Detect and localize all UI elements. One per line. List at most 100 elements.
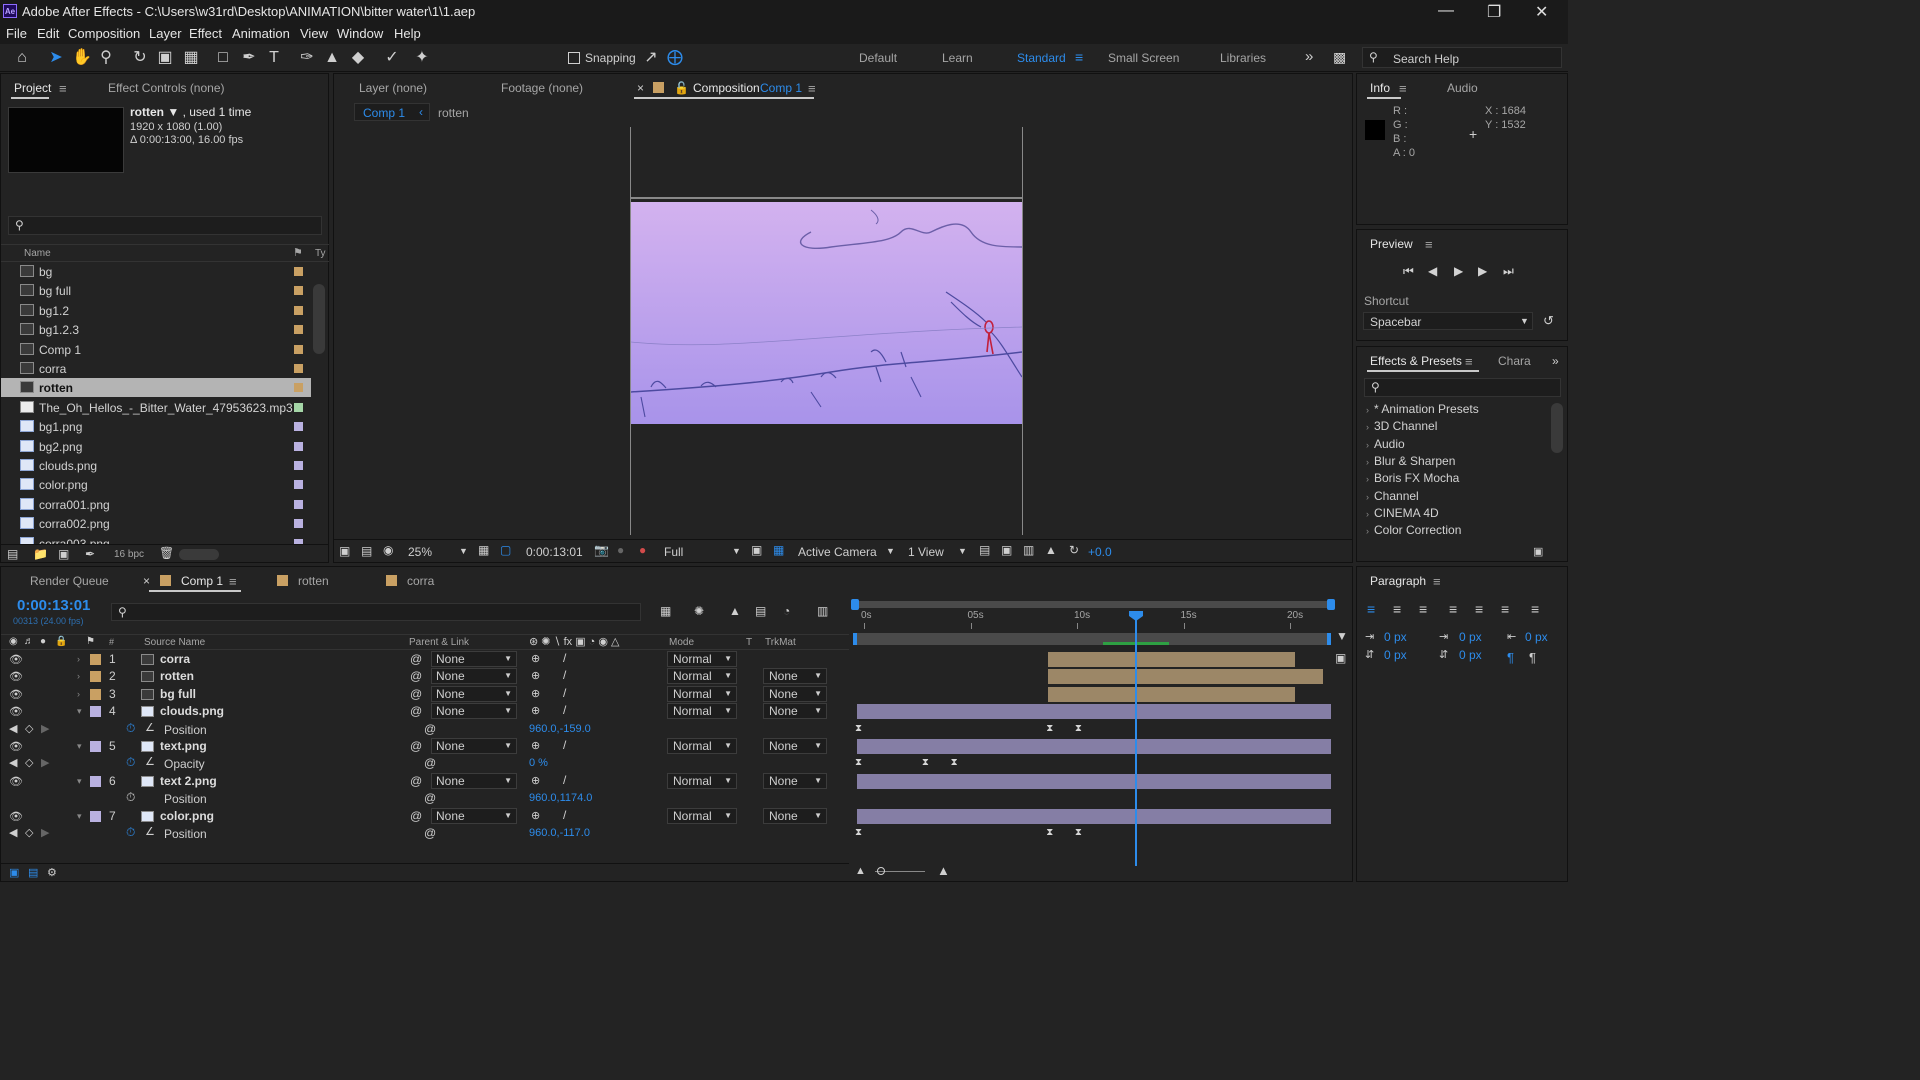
label-swatch[interactable] <box>294 364 303 373</box>
workspace-edit-icon[interactable]: ▩ <box>1333 49 1346 66</box>
align-center-icon[interactable]: ≡ <box>1393 601 1401 617</box>
tab-project[interactable]: Project <box>14 81 51 95</box>
clone-stamp-tool-icon[interactable]: ▲ <box>322 48 342 68</box>
play-icon[interactable]: ▶ <box>1454 264 1463 278</box>
tab-composition-prefix[interactable]: Composition <box>693 81 760 95</box>
timeline-menu-icon[interactable]: ≡ <box>229 574 237 589</box>
shy-switch-icon[interactable]: ⊕ <box>531 704 540 717</box>
snap-edges-icon[interactable]: ↗ <box>641 48 661 68</box>
project-item[interactable]: bg2.png <box>1 437 311 456</box>
project-item[interactable]: The_Oh_Hellos_-_Bitter_Water_47953623.mp… <box>1 398 311 417</box>
project-item[interactable]: bg1.png <box>1 417 311 436</box>
visibility-eye-icon[interactable]: 👁 <box>9 740 23 753</box>
chevron-down-icon[interactable]: ▾ <box>77 811 82 822</box>
shy-switch-icon[interactable]: ⊕ <box>531 774 540 787</box>
effect-category[interactable]: › Channel <box>1366 489 1419 503</box>
chevron-right-icon[interactable]: › <box>77 654 80 664</box>
pickwhip-icon[interactable]: @ <box>410 739 422 753</box>
effect-category[interactable]: › 3D Channel <box>1366 419 1437 433</box>
menu-view[interactable]: View <box>300 26 328 41</box>
project-item[interactable]: corra <box>1 359 311 378</box>
work-area-start[interactable] <box>853 633 857 645</box>
layer-label-swatch[interactable] <box>90 706 101 718</box>
property-value[interactable]: 960.0,1174.0 <box>529 792 592 804</box>
next-keyframe-icon[interactable]: ▶ <box>41 756 49 769</box>
visibility-eye-icon[interactable]: 👁 <box>9 653 23 666</box>
quality-switch-icon[interactable]: / <box>563 773 566 787</box>
visibility-eye-icon[interactable]: 👁 <box>9 670 23 683</box>
fit-icon[interactable]: ▦ <box>478 543 489 557</box>
justify-right-icon[interactable]: ≡ <box>1501 601 1509 617</box>
label-swatch[interactable] <box>294 441 303 451</box>
project-scrollbar[interactable] <box>313 284 325 354</box>
graph-editor-icon[interactable]: ▥ <box>817 604 828 618</box>
layer-duration-bar[interactable] <box>857 808 1331 824</box>
column-trkmat[interactable]: TrkMat <box>765 637 796 648</box>
zoom-out-icon[interactable]: ▲ <box>855 865 866 877</box>
chevron-right-icon[interactable]: › <box>77 689 80 699</box>
layer-row[interactable]: 👁 ▾ 5 text.png @ None ▼ ⊕ / Normal ▼ None ▼ <box>1 738 849 755</box>
project-item[interactable]: bg <box>1 262 311 281</box>
previous-keyframe-icon[interactable]: ◀ <box>9 722 17 735</box>
snapping-checkbox[interactable] <box>568 52 580 64</box>
workspace-learn[interactable]: Learn <box>942 51 973 65</box>
camera-tool-icon[interactable]: ▣ <box>155 48 175 68</box>
project-item[interactable]: rotten <box>1 378 311 398</box>
column-t[interactable]: T <box>746 637 752 648</box>
layer-label-swatch[interactable] <box>90 671 101 683</box>
next-keyframe-icon[interactable]: ▶ <box>41 826 49 839</box>
label-swatch[interactable] <box>294 267 303 276</box>
track-matte-select[interactable]: None ▼ <box>763 738 827 754</box>
property-row[interactable]: ◀ ◇ ▶ ⏱ ∠ Position @960.0,-117.0 <box>1 825 849 842</box>
puppet-tool-icon[interactable]: ✦ <box>412 48 432 68</box>
keyframe-icon[interactable]: ⧗ <box>1046 827 1053 838</box>
layer-duration-bar[interactable] <box>1048 652 1295 667</box>
layer-duration-bar[interactable] <box>857 704 1331 720</box>
justify-left-icon[interactable]: ≡ <box>1449 601 1457 617</box>
project-item[interactable]: bg full <box>1 281 311 300</box>
visibility-eye-icon[interactable]: 👁 <box>9 688 23 701</box>
interpret-footage-icon[interactable]: ▤ <box>7 547 18 561</box>
first-frame-icon[interactable]: ⏮ <box>1403 264 1414 279</box>
transfer-controls-icon[interactable]: ▤ <box>28 866 38 879</box>
new-composition-icon[interactable]: ▣ <box>58 547 69 561</box>
fast-previews-icon[interactable]: ▦ <box>773 543 784 557</box>
quality-switch-icon[interactable]: / <box>563 686 566 700</box>
blend-mode-select[interactable]: Normal ▼ <box>667 685 737 702</box>
label-swatch[interactable] <box>294 519 303 529</box>
layer-row[interactable]: 👁 ▾ 7 color.png @ None ▼ ⊕ / Normal ▼ None ▼ <box>1 807 849 825</box>
close-tab-icon[interactable]: × <box>637 81 644 95</box>
layer-duration-bar[interactable] <box>1048 686 1295 702</box>
stopwatch-icon[interactable]: ⏱ <box>126 825 135 840</box>
project-item[interactable]: bg1.2.3 <box>1 320 311 339</box>
project-search-input[interactable]: ⚲ <box>8 216 322 235</box>
resolution-select[interactable]: Full <box>664 545 683 559</box>
always-preview-icon[interactable]: ▣ <box>339 544 350 558</box>
menu-file[interactable]: File <box>6 26 27 41</box>
brush-tool-icon[interactable]: ✑ <box>297 48 317 68</box>
region-of-interest-icon[interactable]: ▣ <box>751 543 762 557</box>
chevron-down-icon[interactable]: ▾ <box>77 776 82 787</box>
justify-center-icon[interactable]: ≡ <box>1475 601 1483 617</box>
label-swatch[interactable] <box>294 344 303 354</box>
menu-window[interactable]: Window <box>337 26 383 41</box>
parent-select[interactable]: None ▼ <box>431 807 517 824</box>
add-keyframe-icon[interactable]: ◇ <box>25 722 33 735</box>
indent-right-value[interactable]: 0 px <box>1525 630 1548 644</box>
new-folder-icon[interactable]: 📁 <box>33 547 48 561</box>
pen-tool-icon[interactable]: ✒ <box>239 48 259 68</box>
project-item[interactable]: bg1.2 <box>1 301 311 320</box>
bit-depth-button[interactable]: 16 bpc <box>114 549 144 560</box>
label-swatch[interactable] <box>294 325 303 335</box>
shy-layers-icon[interactable]: ▲ <box>729 604 741 618</box>
pickwhip-icon[interactable]: @ <box>410 774 422 788</box>
effect-category[interactable]: › Blur & Sharpen <box>1366 454 1455 468</box>
blend-mode-select[interactable]: Normal ▼ <box>667 651 737 667</box>
track-matte-select[interactable]: None ▼ <box>763 668 827 685</box>
new-preset-icon[interactable]: ▣ <box>1533 545 1543 558</box>
layer-duration-bar[interactable] <box>857 739 1331 754</box>
label-swatch[interactable] <box>294 305 303 315</box>
work-area-bar[interactable] <box>853 633 1331 645</box>
tab-composition-name[interactable]: Comp 1 <box>760 81 802 95</box>
parent-select[interactable]: None ▼ <box>431 668 517 685</box>
